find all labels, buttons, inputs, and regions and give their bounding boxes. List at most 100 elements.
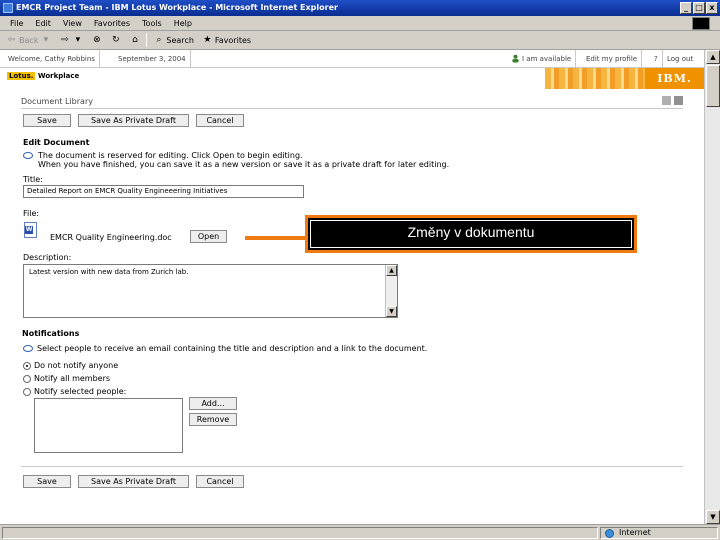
- brand-bar: Lotus. Workplace IBM.: [0, 68, 704, 89]
- edit-document-heading: Edit Document: [23, 138, 90, 147]
- window-title: EMCR Project Team - IBM Lotus Workplace …: [16, 3, 338, 12]
- radio-do-not-notify[interactable]: [23, 362, 31, 370]
- window-controls: _ □ x: [680, 2, 718, 14]
- menu-tools[interactable]: Tools: [136, 19, 168, 28]
- cancel-button-bottom[interactable]: Cancel: [196, 475, 244, 488]
- availability-status[interactable]: I am available: [518, 50, 577, 68]
- chevron-down-icon: ▾: [75, 34, 81, 45]
- search-label: Search: [166, 35, 194, 45]
- edit-hint-line2: When you have finished, you can save it …: [38, 160, 450, 169]
- forward-button[interactable]: ⇨ ▾: [57, 35, 85, 46]
- scroll-up-icon[interactable]: ▲: [386, 265, 397, 276]
- workplace-logo-text: Workplace: [37, 72, 80, 80]
- title-input[interactable]: Detailed Report on EMCR Quality Engineee…: [23, 185, 304, 198]
- maximize-button[interactable]: □: [693, 2, 705, 14]
- browser-toolbar: ⇦ Back ▾ ⇨ ▾ ⊗ ↻ ⌂ ⌕ Search ★ Favorites: [0, 31, 720, 50]
- scroll-up-icon[interactable]: ▲: [706, 50, 720, 64]
- menu-bar: File Edit View Favorites Tools Help: [0, 16, 720, 31]
- menu-view[interactable]: View: [57, 19, 88, 28]
- lotus-logo-text: Lotus.: [7, 72, 36, 80]
- description-textarea[interactable]: Latest version with new data from Zurich…: [23, 264, 398, 318]
- home-icon: ⌂: [132, 34, 138, 45]
- back-label: Back: [19, 35, 39, 45]
- info-bubble-icon: [23, 152, 33, 159]
- menu-favorites[interactable]: Favorites: [88, 19, 136, 28]
- lotus-workplace-logo: Lotus. Workplace: [7, 72, 79, 80]
- minimize-button[interactable]: _: [680, 2, 692, 14]
- search-icon: ⌕: [156, 34, 162, 45]
- internet-globe-icon: [605, 529, 614, 538]
- add-people-button[interactable]: Add...: [189, 397, 237, 410]
- scroll-down-icon[interactable]: ▼: [386, 306, 397, 317]
- save-button-top[interactable]: Save: [23, 114, 71, 127]
- radio-notify-all[interactable]: [23, 375, 31, 383]
- brand-graphic: [545, 68, 645, 89]
- title-label: Title:: [23, 175, 43, 184]
- info-bubble-icon: [23, 345, 33, 352]
- selected-people-list[interactable]: [34, 398, 183, 453]
- security-zone: Internet: [600, 527, 718, 539]
- refresh-button[interactable]: ↻: [108, 35, 123, 46]
- panel-menu-icon[interactable]: [674, 96, 683, 105]
- stop-button[interactable]: ⊗: [89, 35, 104, 46]
- windows-logo-icon: [692, 17, 710, 30]
- option-notify-selected: Notify selected people:: [34, 387, 127, 396]
- forward-arrow-icon: ⇨: [61, 34, 69, 45]
- welcome-text: Welcome, Cathy Robbins: [4, 50, 100, 68]
- save-draft-button-top[interactable]: Save As Private Draft: [78, 114, 189, 127]
- help-link[interactable]: ?: [650, 50, 663, 68]
- back-button[interactable]: ⇦ Back ▾: [4, 35, 53, 46]
- open-button[interactable]: Open: [190, 230, 227, 243]
- panel-title: Document Library: [21, 97, 93, 106]
- remove-people-button[interactable]: Remove: [189, 413, 237, 426]
- favorites-label: Favorites: [214, 35, 252, 45]
- status-bar: Internet: [0, 524, 720, 540]
- notifications-heading: Notifications: [22, 329, 80, 338]
- edit-profile-link[interactable]: Edit my profile: [582, 50, 643, 68]
- description-text: Latest version with new data from Zurich…: [29, 268, 189, 276]
- current-date: September 3, 2004: [114, 50, 191, 68]
- back-arrow-icon: ⇦: [7, 34, 16, 45]
- edit-panel-icon[interactable]: [662, 96, 671, 105]
- notifications-hint: Select people to receive an email contai…: [37, 344, 428, 353]
- zone-label: Internet: [619, 528, 651, 537]
- edit-hint-line1: The document is reserved for editing. Cl…: [38, 151, 303, 160]
- close-button[interactable]: x: [706, 2, 718, 14]
- file-name[interactable]: EMCR Quality Engineering.doc: [50, 233, 172, 242]
- file-label: File:: [23, 209, 40, 218]
- radio-notify-selected[interactable]: [23, 388, 31, 396]
- stop-icon: ⊗: [93, 34, 101, 45]
- chevron-down-icon: ▾: [43, 34, 49, 45]
- word-document-icon: W: [24, 222, 37, 238]
- status-text-pane: [2, 527, 598, 539]
- callout-connector: [245, 236, 307, 240]
- description-scrollbar[interactable]: ▲ ▼: [385, 265, 397, 317]
- cancel-button-top[interactable]: Cancel: [196, 114, 244, 127]
- favorites-button[interactable]: ★ Favorites: [200, 35, 253, 46]
- description-label: Description:: [23, 253, 72, 262]
- option-notify-all: Notify all members: [34, 374, 111, 383]
- refresh-icon: ↻: [112, 34, 120, 45]
- menu-edit[interactable]: Edit: [29, 19, 57, 28]
- window-title-bar: EMCR Project Team - IBM Lotus Workplace …: [0, 0, 720, 16]
- home-button[interactable]: ⌂: [127, 35, 142, 46]
- toolbar-separator: [146, 33, 148, 47]
- save-button-bottom[interactable]: Save: [23, 475, 71, 488]
- panel-divider: [21, 108, 683, 109]
- menu-file[interactable]: File: [4, 19, 29, 28]
- callout-text: Změny v dokumentu: [407, 224, 535, 240]
- scroll-down-icon[interactable]: ▼: [706, 510, 720, 524]
- scrollbar-thumb[interactable]: [706, 65, 720, 107]
- user-bar: Welcome, Cathy Robbins September 3, 2004…: [0, 50, 704, 68]
- ie-app-icon: [3, 3, 13, 13]
- menu-help[interactable]: Help: [168, 19, 198, 28]
- logout-link[interactable]: Log out: [663, 50, 697, 68]
- annotation-callout: Změny v dokumentu: [305, 215, 637, 253]
- page-scrollbar[interactable]: ▲ ▼: [704, 50, 720, 524]
- ibm-logo: IBM.: [645, 68, 704, 89]
- option-do-not-notify: Do not notify anyone: [34, 361, 119, 370]
- search-button[interactable]: ⌕ Search: [151, 35, 195, 46]
- save-draft-button-bottom[interactable]: Save As Private Draft: [78, 475, 189, 488]
- favorites-folder-icon: ★: [203, 34, 212, 45]
- bottom-divider: [21, 466, 683, 467]
